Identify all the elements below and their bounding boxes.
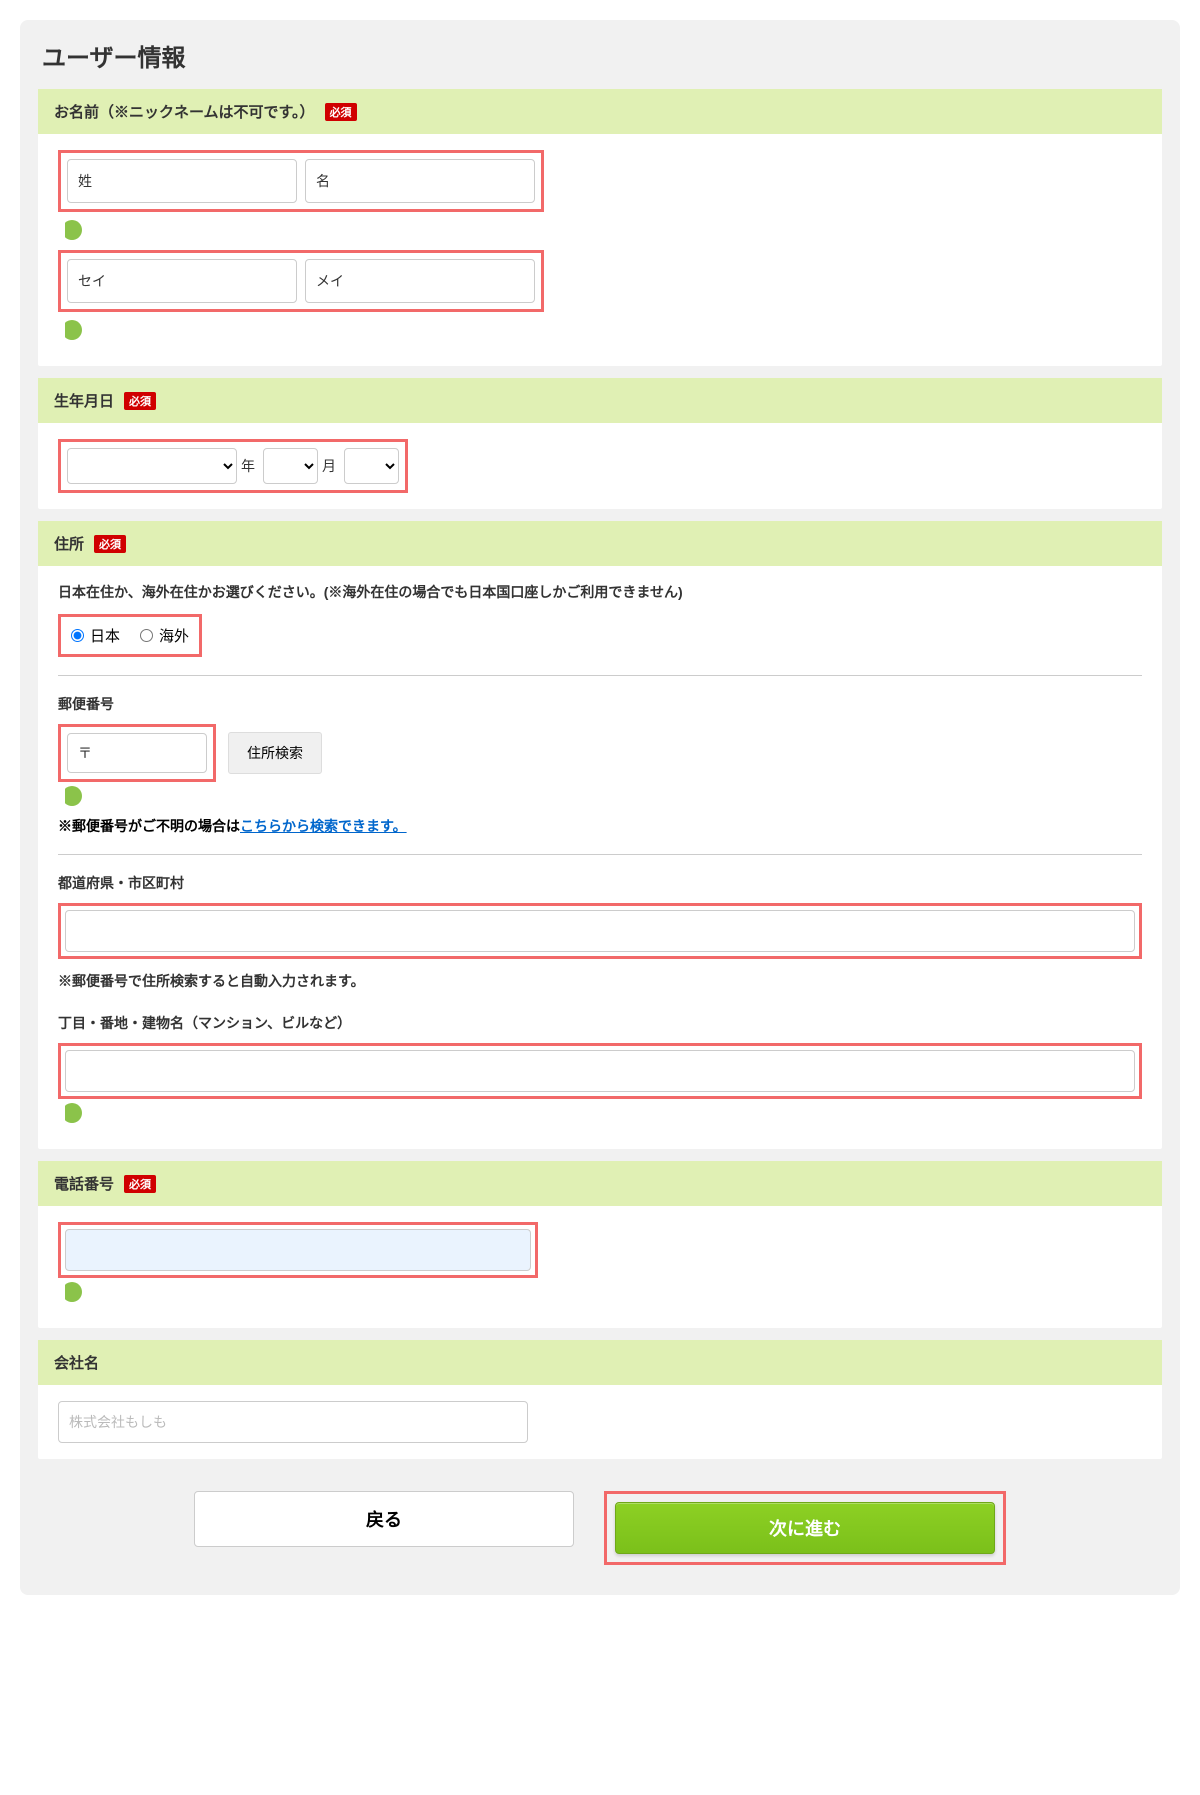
firstname-label: 名 <box>316 171 330 191</box>
radio-overseas-label: 海外 <box>159 625 189 646</box>
address-search-button[interactable]: 住所検索 <box>228 732 322 774</box>
dob-group: 年 月 <box>58 439 408 493</box>
postal-help: ※郵便番号がご不明の場合はこちらから検索できます。 <box>58 816 1142 836</box>
postal-help-prefix: ※郵便番号がご不明の場合は <box>58 818 240 834</box>
form-container: ユーザー情報 お名前（※ニックネームは不可です。） 必須 姓 名 セイ <box>20 20 1180 1595</box>
section-dob: 生年月日 必須 年 月 <box>38 378 1162 509</box>
check-icon <box>62 1103 82 1123</box>
name-kana-group: セイ メイ <box>58 250 544 312</box>
section-name: お名前（※ニックネームは不可です。） 必須 姓 名 セイ <box>38 89 1162 366</box>
name-kanji-group: 姓 名 <box>58 150 544 212</box>
lastname-group: 姓 <box>67 159 297 203</box>
section-company: 会社名 <box>38 1340 1162 1459</box>
radio-japan-label: 日本 <box>90 625 120 646</box>
lastname-kana-input[interactable] <box>116 260 297 302</box>
section-header-address: 住所 必須 <box>38 521 1162 566</box>
page-title: ユーザー情報 <box>38 38 1162 73</box>
prefcity-input-wrap <box>58 903 1142 959</box>
firstname-kana-input[interactable] <box>354 260 535 302</box>
button-row: 戻る 次に進む <box>38 1479 1162 1577</box>
tel-input[interactable] <box>65 1229 531 1271</box>
dob-year-select[interactable] <box>67 448 237 484</box>
address-detail-input[interactable] <box>65 1050 1135 1092</box>
firstname-input[interactable] <box>340 160 524 202</box>
section-title-tel: 電話番号 <box>54 1173 114 1194</box>
next-button[interactable]: 次に進む <box>615 1502 995 1554</box>
required-badge: 必須 <box>124 392 156 410</box>
lastname-kana-label: セイ <box>78 271 106 291</box>
dob-day-select[interactable] <box>344 448 399 484</box>
postal-lookup-link[interactable]: こちらから検索できます。 <box>240 818 407 834</box>
company-input[interactable] <box>58 1401 528 1443</box>
required-badge: 必須 <box>124 1175 156 1193</box>
check-icon <box>62 1282 82 1302</box>
section-header-tel: 電話番号 必須 <box>38 1161 1162 1206</box>
dob-month-suffix: 月 <box>322 456 336 476</box>
section-title-company: 会社名 <box>54 1352 99 1373</box>
prefcity-input[interactable] <box>65 910 1135 952</box>
radio-japan-input[interactable] <box>71 629 84 642</box>
firstname-group: 名 <box>305 159 535 203</box>
section-tel: 電話番号 必須 <box>38 1161 1162 1328</box>
section-title-name: お名前（※ニックネームは不可です。） <box>54 101 315 122</box>
check-icon <box>62 786 82 806</box>
section-address: 住所 必須 日本在住か、海外在住かお選びください。(※海外在住の場合でも日本国口… <box>38 521 1162 1149</box>
check-icon <box>62 320 82 340</box>
section-title-address: 住所 <box>54 533 84 554</box>
address-detail-label: 丁目・番地・建物名（マンション、ビルなど） <box>58 1013 1142 1033</box>
postal-input-wrap: 〒 <box>58 724 216 782</box>
residence-radio-group: 日本 海外 <box>58 614 202 657</box>
back-button[interactable]: 戻る <box>194 1491 574 1547</box>
residence-note: 日本在住か、海外在住かお選びください。(※海外在住の場合でも日本国口座しかご利用… <box>58 582 1142 602</box>
firstname-kana-group: メイ <box>305 259 535 303</box>
address-detail-input-wrap <box>58 1043 1142 1099</box>
radio-japan[interactable]: 日本 <box>71 625 120 646</box>
divider <box>58 675 1142 676</box>
next-button-wrap: 次に進む <box>604 1491 1006 1565</box>
postal-label: 郵便番号 <box>58 694 1142 714</box>
required-badge: 必須 <box>94 535 126 553</box>
dob-year-suffix: 年 <box>241 456 255 476</box>
postal-prefix: 〒 <box>78 743 92 763</box>
lastname-kana-group: セイ <box>67 259 297 303</box>
firstname-kana-label: メイ <box>316 271 344 291</box>
lastname-input[interactable] <box>102 160 286 202</box>
section-title-dob: 生年月日 <box>54 390 114 411</box>
tel-input-wrap <box>58 1222 538 1278</box>
required-badge: 必須 <box>325 103 357 121</box>
prefcity-label: 都道府県・市区町村 <box>58 873 1142 893</box>
check-icon <box>62 220 82 240</box>
lastname-label: 姓 <box>78 171 92 191</box>
divider <box>58 854 1142 855</box>
prefcity-note: ※郵便番号で住所検索すると自動入力されます。 <box>58 971 1142 991</box>
section-header-company: 会社名 <box>38 1340 1162 1385</box>
radio-overseas[interactable]: 海外 <box>140 625 189 646</box>
radio-overseas-input[interactable] <box>140 629 153 642</box>
section-header-name: お名前（※ニックネームは不可です。） 必須 <box>38 89 1162 134</box>
dob-month-select[interactable] <box>263 448 318 484</box>
section-header-dob: 生年月日 必須 <box>38 378 1162 423</box>
